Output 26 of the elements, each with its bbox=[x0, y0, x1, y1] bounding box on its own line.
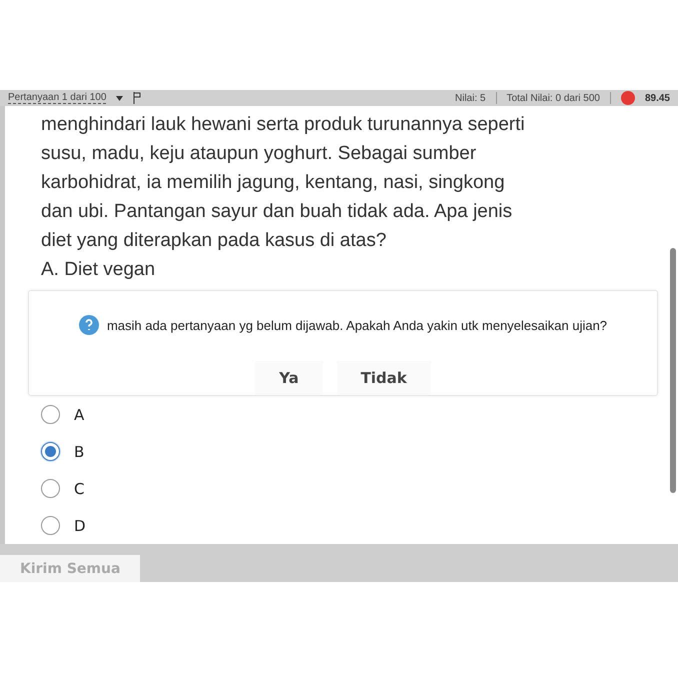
question-text: karbohidrat, ia memilih jagung, kentang, nasi, singkong bbox=[41, 171, 506, 195]
radio-button[interactable] bbox=[41, 442, 60, 461]
dialog-button[interactable]: Tidak bbox=[336, 361, 431, 395]
question-text: menghindari lauk hewani serta produk turunannya seperti bbox=[41, 113, 526, 137]
radio-button[interactable] bbox=[41, 516, 60, 535]
timer-text: 89.45 bbox=[644, 92, 670, 104]
option-label: A bbox=[74, 406, 84, 424]
question-text: diet yang diterapkan pada kasus di atas? bbox=[41, 229, 388, 253]
timer-icon bbox=[620, 91, 635, 105]
option-label: C bbox=[74, 480, 84, 498]
scrollbar[interactable] bbox=[670, 248, 676, 493]
radio-button[interactable] bbox=[41, 479, 60, 498]
flag-icon[interactable] bbox=[133, 92, 142, 104]
question-text: A. Diet vegan bbox=[41, 258, 156, 282]
option-label: D bbox=[74, 516, 86, 534]
question-text: dan ubi. Pantangan sayur dan buah tidak ada. Apa jenis bbox=[41, 200, 514, 224]
total-score-text: Total Nilai: 0 dari 500 bbox=[506, 92, 600, 104]
question-selector[interactable]: Pertanyaan 1 dari 100 bbox=[8, 92, 106, 104]
caret-icon bbox=[116, 96, 124, 100]
question-icon bbox=[78, 315, 99, 335]
score-text: Nilai: 5 bbox=[455, 92, 486, 104]
option-label: B bbox=[74, 442, 84, 460]
dialog-button[interactable]: Ya bbox=[255, 361, 323, 395]
dialog-message: masih ada pertanyaan yg belum dijawab. Apakah Anda yakin utk menyelesaikan ujian? bbox=[106, 318, 608, 332]
radio-button[interactable] bbox=[41, 405, 60, 424]
question-text: susu, madu, keju ataupun yoghurt. Sebagai sumber bbox=[41, 142, 478, 166]
